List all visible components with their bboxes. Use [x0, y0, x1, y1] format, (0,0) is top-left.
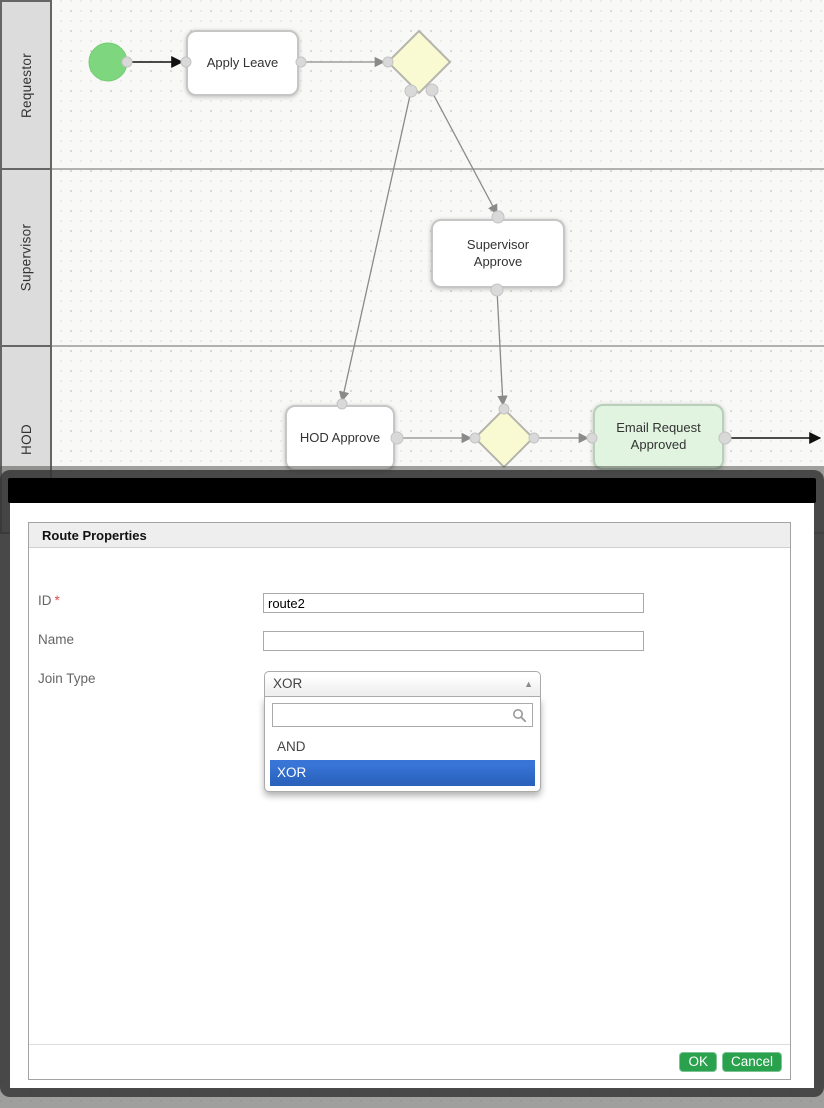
dialog-titlebar[interactable]	[8, 478, 816, 503]
swimlane-header-supervisor[interactable]: Supervisor	[0, 168, 52, 347]
swimlane-header-requestor[interactable]: Requestor	[0, 0, 52, 170]
task-label: Apply Leave	[207, 55, 279, 72]
swimlane-label: HOD	[19, 424, 34, 455]
join-type-field-label: Join Type	[38, 671, 96, 686]
option-and[interactable]: AND	[270, 734, 535, 760]
join-type-selected-toggle[interactable]: XOR ▲	[264, 671, 541, 697]
join-type-selected-value: XOR	[273, 676, 302, 691]
required-asterisk: *	[55, 593, 60, 608]
id-input[interactable]	[263, 593, 644, 613]
name-field-label: Name	[38, 632, 74, 647]
swimlane-label: Supervisor	[19, 224, 34, 292]
task-label: Supervisor Approve	[445, 237, 551, 271]
search-icon	[512, 708, 527, 723]
task-label: Email Request Approved	[607, 420, 710, 454]
chevron-up-icon: ▲	[524, 672, 533, 696]
task-label: HOD Approve	[300, 430, 380, 447]
task-node-hod-approve[interactable]: HOD Approve	[285, 405, 395, 471]
join-type-dropdown: XOR ▲ AND XOR	[264, 671, 541, 792]
join-type-dropdown-panel: AND XOR	[264, 697, 541, 792]
dialog-body: Route Properties ID* Name Join Type XOR …	[10, 503, 814, 1088]
join-type-options-list: AND XOR	[270, 734, 535, 786]
dialog-footer: OK Cancel	[29, 1044, 790, 1079]
task-node-apply-leave[interactable]: Apply Leave	[186, 30, 299, 96]
ok-button[interactable]: OK	[679, 1052, 717, 1072]
dropdown-search-input[interactable]	[272, 703, 533, 727]
id-field-label: ID*	[38, 593, 60, 608]
task-node-supervisor-approve[interactable]: Supervisor Approve	[431, 219, 565, 288]
id-label-text: ID	[38, 593, 52, 608]
tool-node-email-request-approved[interactable]: Email Request Approved	[593, 404, 724, 470]
panel-title: Route Properties	[29, 523, 790, 548]
route-properties-dialog: Route Properties ID* Name Join Type XOR …	[0, 470, 824, 1097]
cancel-button[interactable]: Cancel	[722, 1052, 782, 1072]
process-editor-page: Requestor Supervisor HOD Apply Leave Sup…	[0, 0, 824, 1108]
route-properties-panel: Route Properties ID* Name Join Type XOR …	[28, 522, 791, 1080]
name-input[interactable]	[263, 631, 644, 651]
option-xor[interactable]: XOR	[270, 760, 535, 786]
swimlane-label: Requestor	[19, 53, 34, 118]
